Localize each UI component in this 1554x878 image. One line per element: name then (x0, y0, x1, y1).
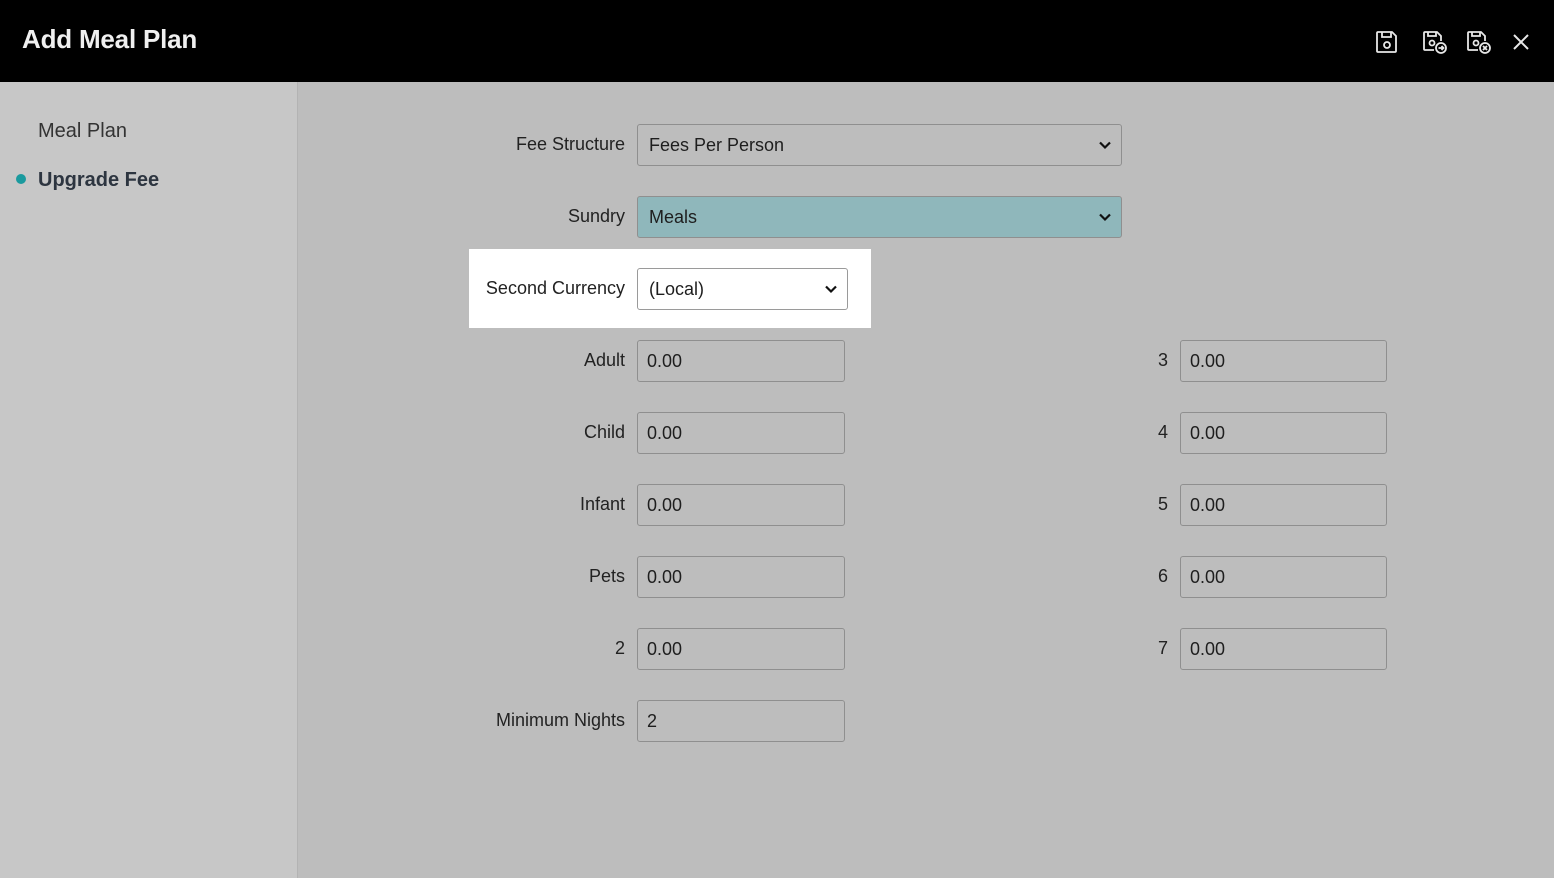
person-3-label: 3 (1157, 350, 1168, 370)
person-4-label: 4 (1157, 422, 1168, 442)
child-label: Child (583, 422, 625, 442)
save-and-continue-icon (1423, 31, 1447, 54)
person-2-label: 2 (614, 638, 625, 658)
chevron-down-icon (1099, 213, 1111, 222)
infant-label: Infant (579, 494, 625, 514)
infant-input[interactable]: 0.00 (637, 484, 845, 526)
save-icon (1376, 31, 1397, 53)
person-2-input[interactable]: 0.00 (637, 628, 845, 670)
pets-input[interactable]: 0.00 (637, 556, 845, 598)
person-6-input[interactable]: 0.00 (1180, 556, 1387, 598)
second-currency-value: (Local) (649, 278, 705, 299)
save-and-close-icon (1467, 31, 1491, 54)
adult-label: Adult (583, 350, 625, 370)
save-button[interactable] (1371, 26, 1403, 58)
person-4-input[interactable]: 0.00 (1180, 412, 1387, 454)
minimum-nights-input[interactable]: 2 (637, 700, 845, 742)
sundry-select[interactable]: Meals (637, 196, 1122, 238)
save-and-continue-button[interactable] (1418, 26, 1450, 58)
minimum-nights-label: Minimum Nights (495, 710, 625, 730)
chevron-down-icon (1099, 141, 1111, 150)
page-title: Add Meal Plan (22, 24, 198, 54)
person-7-input[interactable]: 0.00 (1180, 628, 1387, 670)
child-input[interactable]: 0.00 (637, 412, 845, 454)
second-currency-label: Second Currency (485, 278, 625, 298)
person-5-label: 5 (1157, 494, 1168, 514)
person-5-input[interactable]: 0.00 (1180, 484, 1387, 526)
fee-structure-label: Fee Structure (515, 134, 625, 154)
sundry-value: Meals (649, 206, 698, 227)
header-bar: Add Meal Plan (0, 0, 1554, 82)
person-6-label: 6 (1157, 566, 1168, 586)
person-7-label: 7 (1157, 638, 1168, 658)
sidebar-item-meal-plan[interactable]: Meal Plan (38, 120, 127, 143)
pets-label: Pets (588, 566, 625, 586)
fee-structure-value: Fees Per Person (649, 134, 785, 155)
sidebar (0, 82, 298, 878)
adult-input[interactable]: 0.00 (637, 340, 845, 382)
person-3-input[interactable]: 0.00 (1180, 340, 1387, 382)
sidebar-item-upgrade-fee[interactable]: Upgrade Fee (38, 169, 159, 192)
fee-structure-select[interactable]: Fees Per Person (637, 124, 1122, 166)
close-button[interactable] (1505, 26, 1537, 58)
sundry-label: Sundry (567, 206, 625, 226)
close-icon (1513, 34, 1529, 50)
save-and-close-button[interactable] (1462, 26, 1494, 58)
second-currency-select[interactable]: (Local) (637, 268, 848, 310)
active-indicator-dot (16, 174, 26, 184)
chevron-down-icon (825, 285, 837, 294)
